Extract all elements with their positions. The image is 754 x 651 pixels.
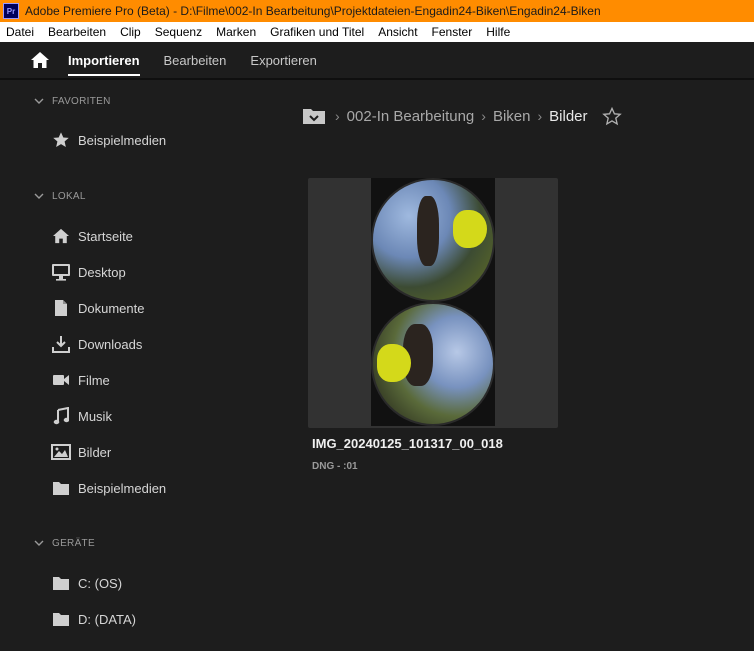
folder-icon	[50, 477, 72, 499]
media-thumbnail-image	[371, 178, 495, 426]
menu-datei[interactable]: Datei	[0, 22, 41, 42]
star-outline-icon	[601, 106, 622, 125]
sidebar-item-label: Beispielmedien	[78, 480, 167, 496]
workspace-header: Importieren Bearbeiten Exportieren	[0, 42, 754, 80]
sidebar-item-label: C: (OS)	[78, 575, 123, 591]
favorite-star-button[interactable]	[601, 106, 622, 126]
tab-bearbeiten[interactable]: Bearbeiten	[164, 41, 227, 79]
music-note-icon	[50, 405, 72, 427]
menu-hilfe[interactable]: Hilfe	[479, 22, 517, 42]
folder-icon	[50, 608, 72, 630]
window-title: Adobe Premiere Pro (Beta) - D:\Filme\002…	[25, 4, 601, 18]
chevron-down-icon	[34, 193, 44, 199]
sidebar-item-drive-d[interactable]: D: (DATA)	[50, 607, 250, 631]
menu-grafiken-und-titel[interactable]: Grafiken und Titel	[263, 22, 371, 42]
title-bar: Pr Adobe Premiere Pro (Beta) - D:\Filme\…	[0, 0, 754, 22]
section-favoriten[interactable]: FAVORITEN	[34, 93, 111, 109]
menu-bar: Datei Bearbeiten Clip Sequenz Marken Gra…	[0, 22, 754, 42]
section-lokal[interactable]: LOKAL	[34, 188, 86, 204]
breadcrumb-separator: ›	[481, 108, 486, 124]
image-icon	[50, 441, 72, 463]
sidebar-item-label: Musik	[78, 408, 112, 424]
home-button[interactable]	[29, 49, 51, 71]
download-icon	[50, 333, 72, 355]
breadcrumb-current: Bilder	[549, 107, 588, 125]
sidebar-item-label: Filme	[78, 372, 110, 388]
sidebar-item-label: D: (DATA)	[78, 611, 137, 627]
tab-exportieren[interactable]: Exportieren	[250, 41, 316, 79]
fisheye-lens-top	[371, 178, 495, 302]
menu-marken[interactable]: Marken	[209, 22, 263, 42]
fisheye-lens-bottom	[371, 302, 495, 426]
breadcrumb: › 002-In Bearbeitung › Biken › Bilder	[302, 104, 622, 128]
folder-dropdown-icon[interactable]	[302, 106, 326, 126]
sidebar-item-filme[interactable]: Filme	[50, 368, 250, 392]
video-camera-icon	[50, 369, 72, 391]
tab-importieren[interactable]: Importieren	[68, 41, 140, 79]
media-browser: › 002-In Bearbeitung › Biken › Bilder IM…	[262, 80, 754, 651]
folder-icon	[50, 572, 72, 594]
sidebar-item-beispielmedien[interactable]: Beispielmedien	[50, 476, 250, 500]
chevron-down-icon	[34, 98, 44, 104]
section-lokal-title: LOKAL	[52, 190, 86, 202]
menu-fenster[interactable]: Fenster	[425, 22, 480, 42]
section-favoriten-title: FAVORITEN	[52, 95, 111, 107]
sidebar-item-startseite[interactable]: Startseite	[50, 224, 250, 248]
sidebar: FAVORITEN Beispielmedien LOKAL Startseit…	[0, 80, 262, 651]
media-file-name[interactable]: IMG_20240125_101317_00_018	[312, 436, 503, 451]
sidebar-item-dokumente[interactable]: Dokumente	[50, 296, 250, 320]
chevron-down-icon	[34, 540, 44, 546]
breadcrumb-item-in-bearbeitung[interactable]: 002-In Bearbeitung	[347, 108, 475, 125]
document-icon	[50, 297, 72, 319]
sidebar-item-bilder[interactable]: Bilder	[50, 440, 250, 464]
menu-clip[interactable]: Clip	[113, 22, 148, 42]
sidebar-item-downloads[interactable]: Downloads	[50, 332, 250, 356]
premiere-app-icon[interactable]: Pr	[3, 3, 19, 19]
section-geraete[interactable]: GERÄTE	[34, 535, 95, 551]
breadcrumb-separator: ›	[335, 108, 340, 124]
star-icon	[50, 129, 72, 151]
sidebar-item-label: Downloads	[78, 336, 143, 352]
sidebar-item-label: Beispielmedien	[78, 132, 167, 148]
menu-sequenz[interactable]: Sequenz	[148, 22, 209, 42]
breadcrumb-item-biken[interactable]: Biken	[493, 108, 531, 125]
menu-bearbeiten[interactable]: Bearbeiten	[41, 22, 113, 42]
sidebar-item-label: Bilder	[78, 444, 112, 460]
sidebar-item-drive-c[interactable]: C: (OS)	[50, 571, 250, 595]
section-geraete-title: GERÄTE	[52, 537, 95, 549]
sidebar-item-label: Startseite	[78, 228, 133, 244]
menu-ansicht[interactable]: Ansicht	[371, 22, 424, 42]
media-thumbnail-card[interactable]	[308, 178, 558, 428]
sidebar-item-label: Dokumente	[78, 300, 145, 316]
monitor-icon	[50, 261, 72, 283]
breadcrumb-separator: ›	[537, 108, 543, 124]
sidebar-item-label: Desktop	[78, 264, 126, 280]
home-icon	[50, 225, 72, 247]
sidebar-item-desktop[interactable]: Desktop	[50, 260, 250, 284]
sidebar-item-favorite-beispielmedien[interactable]: Beispielmedien	[50, 128, 250, 152]
media-file-meta: DNG - :01	[312, 461, 358, 472]
sidebar-item-musik[interactable]: Musik	[50, 404, 250, 428]
home-icon	[31, 52, 49, 68]
